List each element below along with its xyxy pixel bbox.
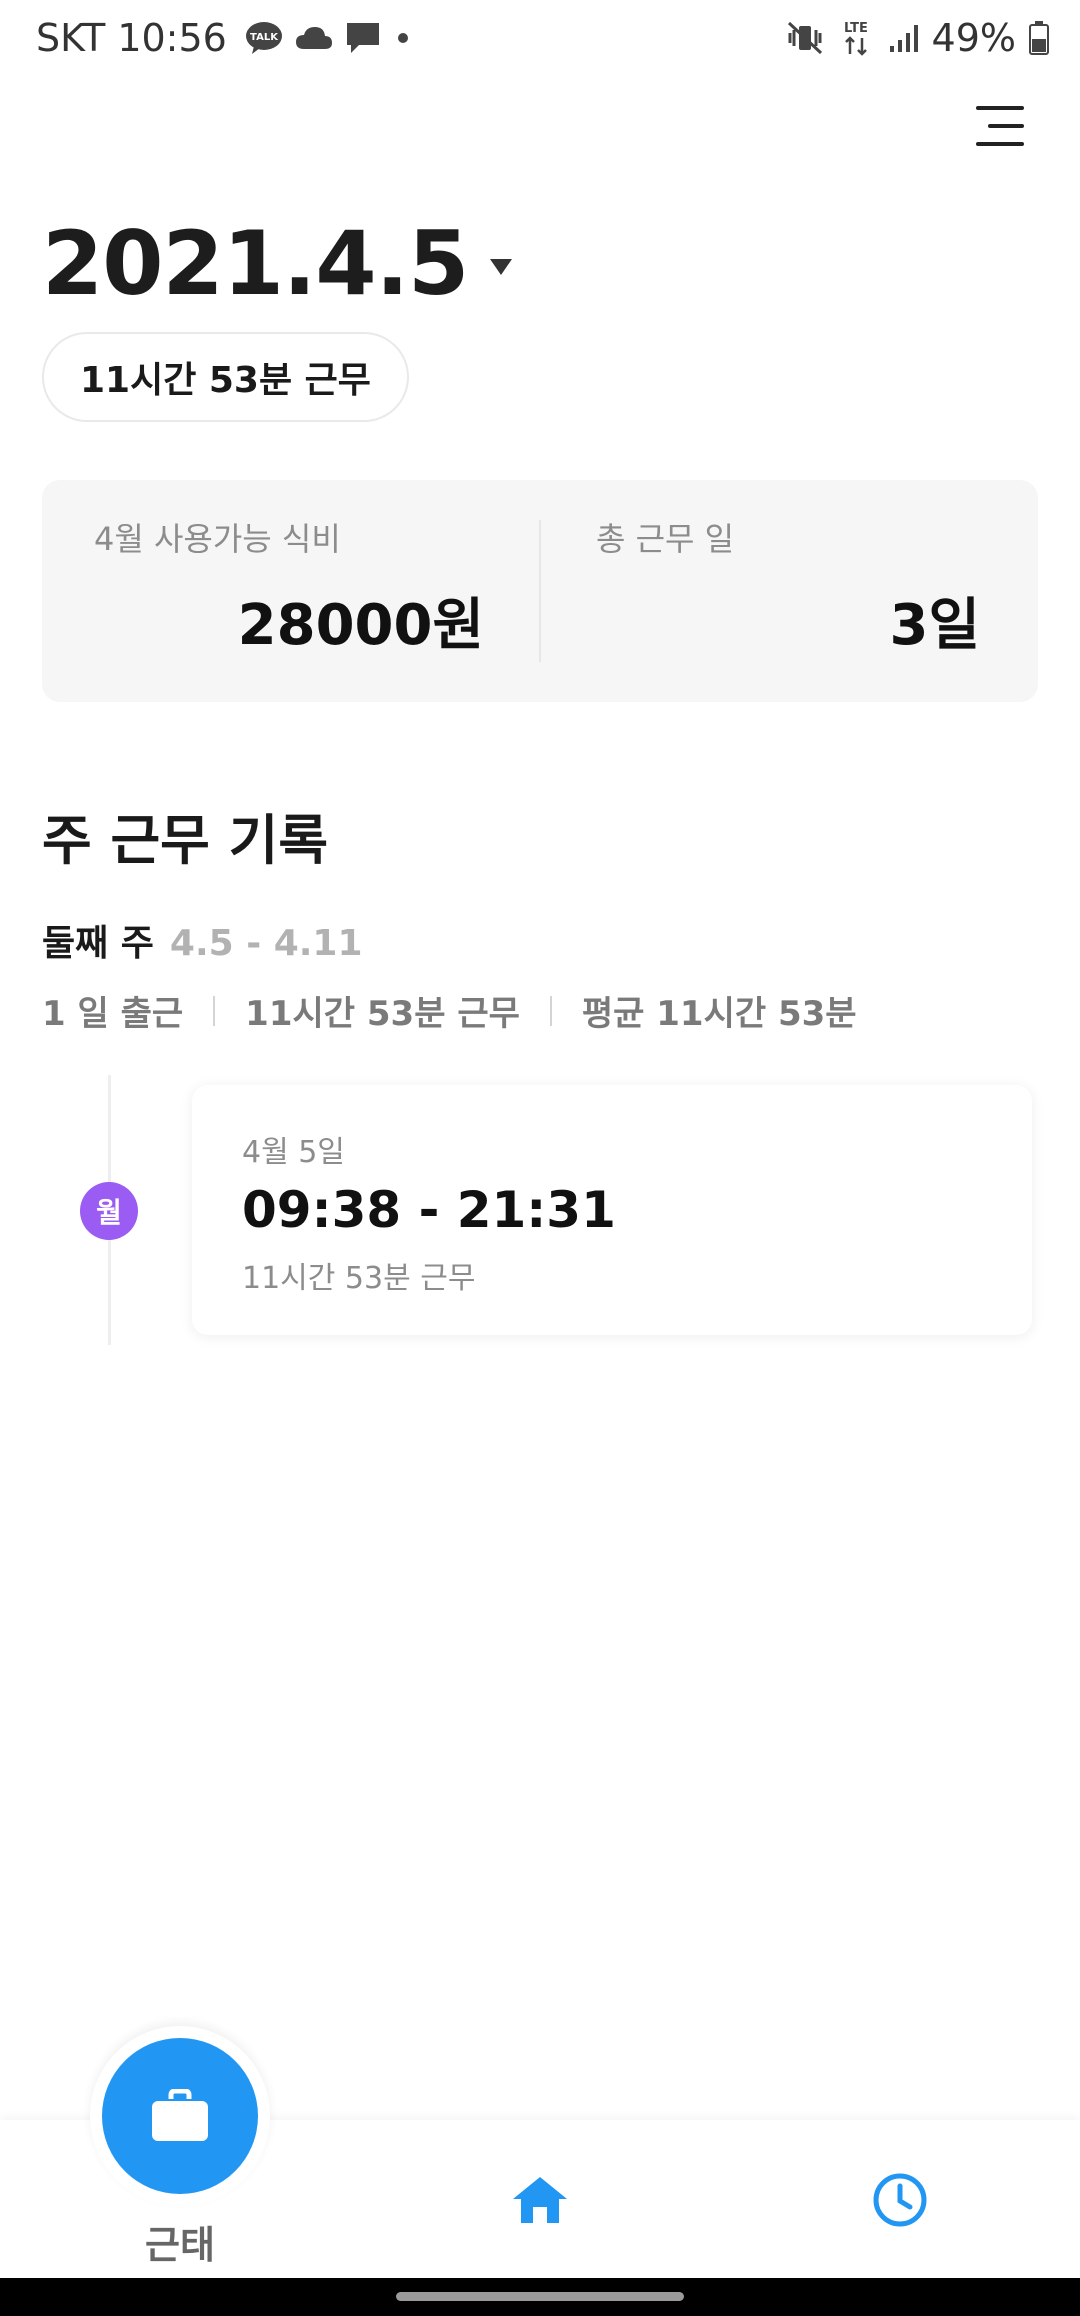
stat-separator — [213, 995, 216, 1026]
status-bar: SKT 10:56 TALK LTE 49% — [0, 0, 1080, 80]
summary-card: 4월 사용가능 식비 28000원 총 근무 일 3일 — [42, 480, 1038, 702]
cloud-icon — [295, 25, 333, 51]
total-days-value: 3일 — [889, 593, 981, 658]
nav-home-button[interactable] — [500, 2170, 580, 2230]
lte-text: LTE — [844, 21, 868, 36]
battery-icon — [1028, 20, 1050, 56]
week-header: 둘째 주 4.5 - 4.11 — [42, 914, 363, 966]
message-icon — [345, 21, 381, 55]
notification-dot-icon — [393, 28, 413, 48]
date-selector[interactable]: 2021.4.5 — [42, 212, 513, 315]
meal-allowance-label: 4월 사용가능 식비 — [94, 520, 341, 558]
stat-separator — [549, 995, 552, 1026]
day-badge: 월 — [80, 1182, 138, 1240]
home-icon — [513, 2177, 567, 2223]
status-right: LTE 49% — [786, 16, 1050, 60]
week-name: 둘째 주 — [42, 923, 154, 964]
vibrate-mute-icon — [786, 20, 824, 56]
work-duration-pill: 11시간 53분 근무 — [42, 332, 409, 422]
battery-text: 49% — [931, 16, 1016, 60]
meal-allowance-value: 28000원 — [237, 593, 484, 658]
attendance-fab — [102, 2038, 258, 2194]
menu-button[interactable] — [970, 100, 1034, 156]
status-left: SKT 10:56 TALK — [36, 16, 413, 60]
lte-icon: LTE — [836, 18, 876, 58]
record-time-range: 09:38 - 21:31 — [242, 1181, 616, 1239]
signal-icon — [888, 22, 920, 54]
meal-allowance-section: 4월 사용가능 식비 28000원 — [42, 480, 540, 702]
carrier-text: SKT — [36, 16, 106, 60]
record-date: 4월 5일 — [242, 1135, 345, 1170]
briefcase-icon — [152, 2089, 208, 2141]
section-title: 주 근무 기록 — [42, 809, 328, 872]
menu-icon — [976, 106, 1024, 146]
selected-date: 2021.4.5 — [42, 212, 469, 315]
record-duration: 11시간 53분 근무 — [242, 1261, 476, 1296]
total-days-section: 총 근무 일 3일 — [540, 480, 1038, 702]
clock-text: 10:56 — [117, 16, 227, 60]
stat-days: 1 일 출근 — [42, 994, 184, 1034]
week-range: 4.5 - 4.11 — [169, 923, 363, 964]
kakaotalk-icon: TALK — [245, 21, 283, 55]
caret-down-icon — [490, 258, 513, 275]
stat-total: 11시간 53분 근무 — [245, 994, 520, 1034]
nav-attendance-button[interactable]: 근태 — [90, 2026, 270, 2276]
total-days-label: 총 근무 일 — [596, 520, 735, 558]
clock-icon — [873, 2173, 927, 2227]
record-card[interactable]: 4월 5일 09:38 - 21:31 11시간 53분 근무 — [192, 1085, 1032, 1335]
gesture-handle[interactable] — [396, 2292, 684, 2301]
stat-average: 평균 11시간 53분 — [581, 994, 857, 1034]
nav-history-button[interactable] — [860, 2166, 940, 2234]
nav-attendance-label: 근태 — [145, 2223, 215, 2267]
gesture-nav-area — [0, 2278, 1080, 2316]
week-stats: 1 일 출근 11시간 53분 근무 평균 11시간 53분 — [42, 986, 857, 1035]
kakaotalk-icon-text: TALK — [250, 32, 279, 43]
